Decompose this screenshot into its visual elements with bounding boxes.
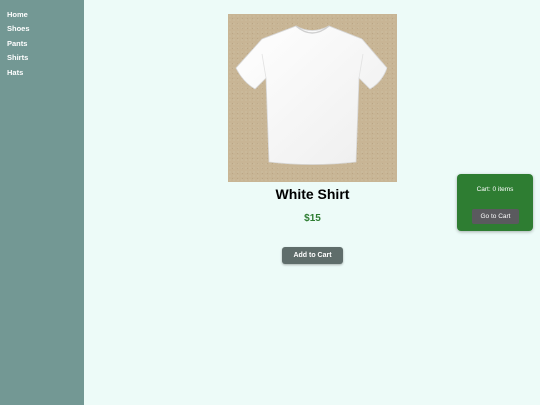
sidebar-item-home[interactable]: Home bbox=[7, 8, 84, 22]
product-image bbox=[228, 14, 397, 182]
product-price: $15 bbox=[304, 213, 321, 224]
sidebar: Home Shoes Pants Shirts Hats bbox=[0, 0, 84, 405]
sidebar-item-pants[interactable]: Pants bbox=[7, 37, 84, 51]
cart-widget: Cart: 0 items Go to Cart bbox=[457, 174, 533, 231]
tshirt-icon bbox=[235, 25, 388, 165]
sidebar-item-shirts[interactable]: Shirts bbox=[7, 51, 84, 65]
cart-item-count: Cart: 0 items bbox=[476, 186, 514, 193]
sidebar-nav: Home Shoes Pants Shirts Hats bbox=[0, 0, 84, 80]
product-title: White Shirt bbox=[275, 186, 350, 202]
sidebar-item-hats[interactable]: Hats bbox=[7, 66, 84, 80]
add-to-cart-button[interactable]: Add to Cart bbox=[282, 247, 343, 264]
sidebar-item-shoes[interactable]: Shoes bbox=[7, 22, 84, 36]
go-to-cart-button[interactable]: Go to Cart bbox=[472, 209, 519, 224]
